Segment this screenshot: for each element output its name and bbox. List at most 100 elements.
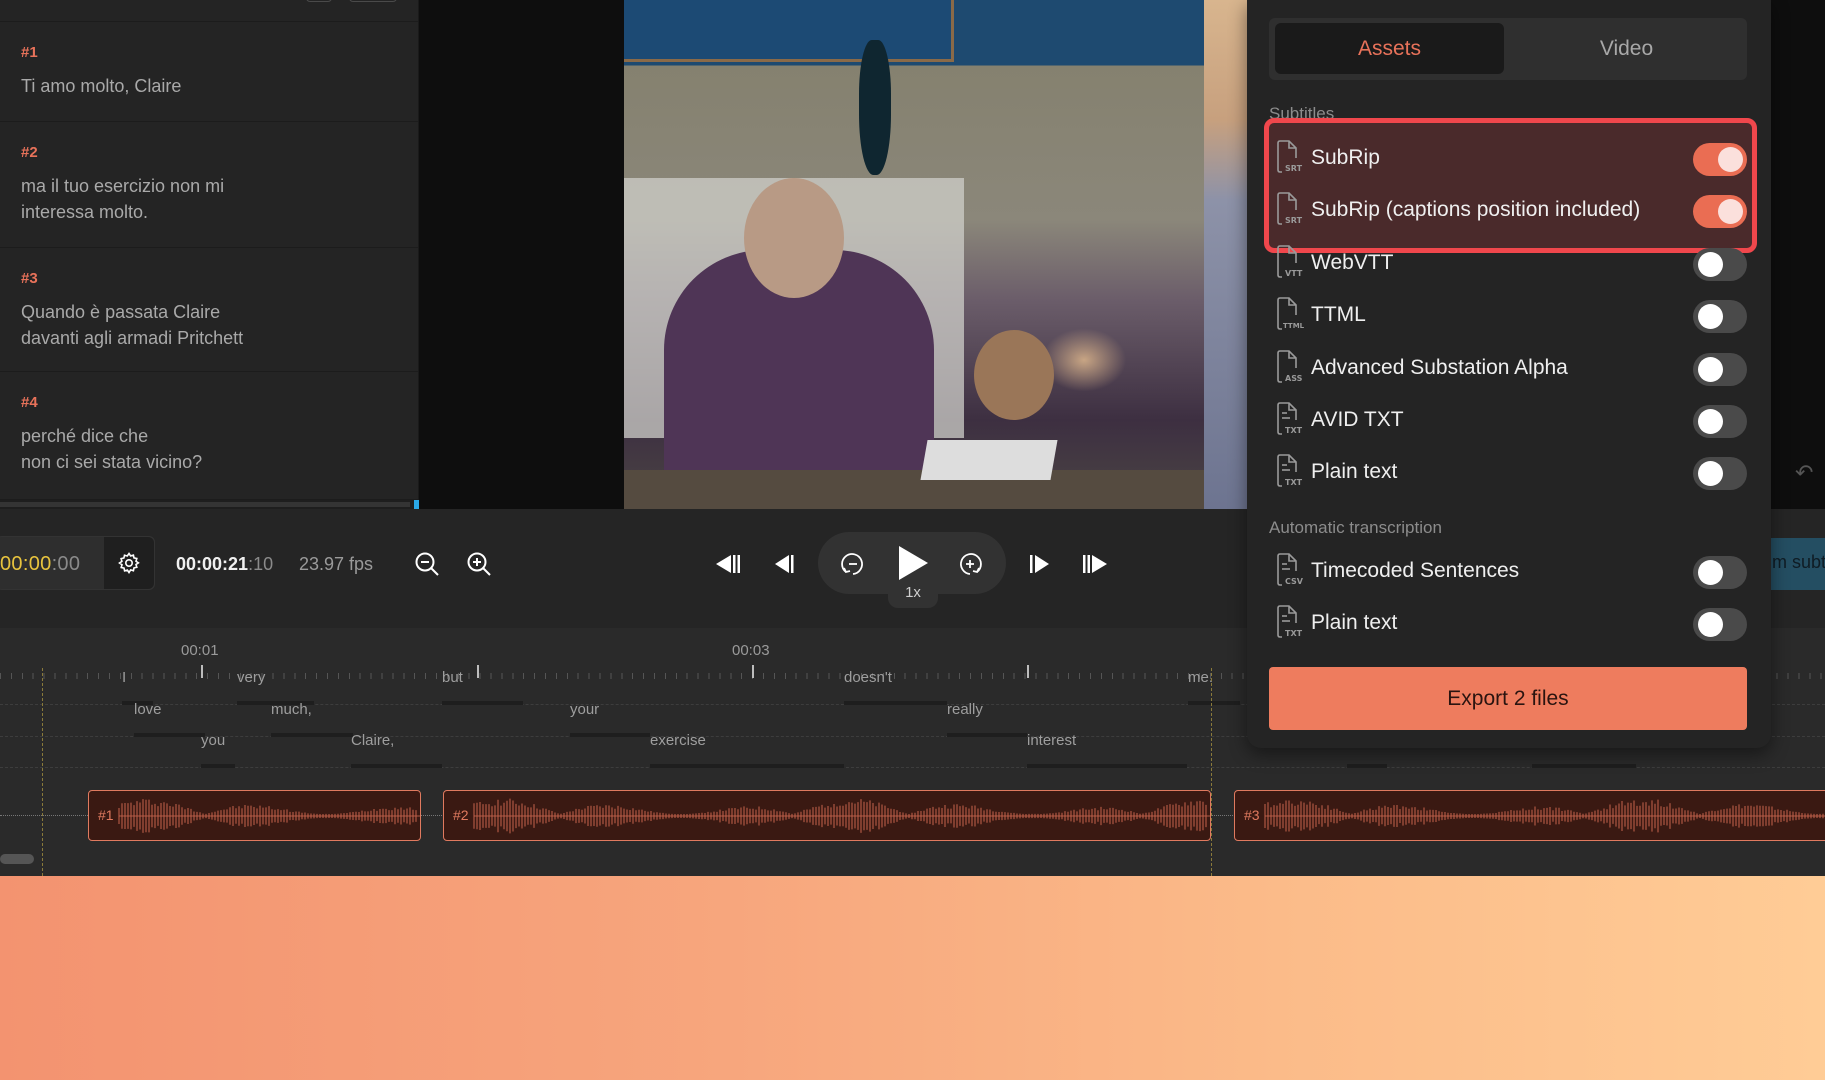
subtitle-action-button[interactable]: m subt [1770, 538, 1825, 590]
in-point-marker[interactable] [42, 668, 43, 876]
word-duration-bar[interactable] [201, 764, 235, 768]
word-duration-bar[interactable] [134, 733, 205, 737]
clip-label: #3 [1244, 807, 1260, 823]
video-frame-child [974, 330, 1054, 420]
format-row[interactable]: TXT Plain text [1269, 601, 1747, 645]
zoom-in-button[interactable] [465, 550, 493, 578]
word-duration-bar[interactable] [1027, 764, 1187, 768]
transcript-word[interactable]: me. [1188, 669, 1213, 686]
format-toggle[interactable] [1693, 195, 1747, 229]
subtitle-item[interactable]: #3 Quando è passata Claire davanti agli … [0, 248, 418, 372]
start-timecode[interactable]: 00:00:00 [0, 553, 80, 576]
format-label: Plain text [1311, 460, 1398, 484]
word-duration-bar[interactable] [1532, 764, 1636, 768]
forward-button[interactable] [955, 550, 985, 578]
timeline-scrollbar[interactable] [0, 854, 34, 864]
format-row[interactable]: TXT AVID TXT [1269, 398, 1747, 442]
out-point-marker[interactable] [1211, 668, 1212, 876]
svg-text:SRT: SRT [1285, 164, 1303, 173]
subtitle-text[interactable]: Ti amo molto, Claire [21, 73, 397, 99]
word-duration-bar[interactable] [351, 764, 442, 768]
format-toggle[interactable] [1693, 143, 1747, 176]
ruler-major-tick [477, 665, 479, 678]
toggle-knob [1698, 560, 1723, 585]
previous-subtitle-button[interactable] [714, 550, 744, 578]
transcript-word[interactable]: much, [271, 701, 312, 718]
subtitle-clip[interactable]: #3 [1234, 790, 1825, 841]
scrollbar-thumb[interactable] [0, 502, 410, 507]
transcript-word[interactable]: really [947, 701, 983, 718]
subtitle-text[interactable]: Quando è passata Claire davanti agli arm… [21, 299, 397, 351]
format-toggle[interactable] [1693, 405, 1747, 438]
word-duration-bar[interactable] [947, 733, 1027, 737]
play-button[interactable] [896, 544, 930, 582]
tab-video[interactable]: Video [1512, 23, 1741, 74]
zoom-out-button[interactable] [413, 550, 441, 578]
subtitle-text[interactable]: perché dice che non ci sei stata vicino? [21, 423, 397, 475]
subtitle-item[interactable]: #4 perché dice che non ci sei stata vici… [0, 372, 418, 500]
toggle-knob [1698, 304, 1723, 330]
transcript-word[interactable]: your [570, 701, 599, 718]
file-icon-wrapper: TXT [1275, 454, 1307, 493]
subtitle-item[interactable]: #1 Ti amo molto, Claire [0, 22, 418, 122]
file-txt-icon: TXT [1277, 454, 1303, 487]
format-row[interactable]: CSV Timecoded Sentences [1269, 549, 1747, 593]
format-row[interactable]: TTML TTML [1269, 293, 1747, 337]
format-row[interactable]: TXT Plain text [1269, 450, 1747, 494]
format-toggle[interactable] [1693, 247, 1747, 281]
header-button[interactable] [306, 0, 332, 2]
transcript-word[interactable]: interest [1027, 732, 1076, 749]
format-toggle[interactable] [1693, 300, 1747, 334]
export-panel: Assets Video Subtitles SRT SubRip SRT SubRi… [1247, 0, 1771, 748]
subtitle-clip[interactable]: #2 [443, 790, 1211, 841]
format-row[interactable]: ASS Advanced Substation Alpha [1269, 346, 1747, 390]
skip-to-previous-subtitle-icon [716, 555, 740, 573]
toggle-knob [1698, 409, 1723, 434]
format-row[interactable]: SRT SubRip (captions position included) [1269, 188, 1747, 232]
format-toggle[interactable] [1693, 457, 1747, 491]
word-duration-bar[interactable] [271, 733, 353, 737]
transcript-word[interactable]: Claire, [351, 732, 394, 749]
transcript-word[interactable]: you [201, 732, 225, 749]
subtitle-item[interactable]: #2 ma il tuo esercizio non mi interessa … [0, 122, 418, 248]
next-frame-icon [1030, 555, 1049, 573]
format-toggle[interactable] [1693, 352, 1747, 386]
gear-icon [118, 552, 140, 574]
svg-text:TTML: TTML [1283, 322, 1305, 330]
settings-button[interactable] [104, 537, 154, 589]
word-duration-bar[interactable] [442, 701, 523, 705]
transcript-word[interactable]: doesn't [844, 669, 892, 686]
next-frame-button[interactable] [1026, 550, 1052, 578]
word-duration-bar[interactable] [1188, 701, 1240, 705]
toggle-knob [1698, 612, 1723, 638]
transcript-word[interactable]: very [237, 669, 265, 686]
forward-icon [960, 553, 982, 575]
header-button[interactable] [349, 0, 397, 2]
video-preview[interactable] [624, 0, 1248, 509]
file-icon-wrapper: SRT [1275, 192, 1307, 231]
subtitle-text[interactable]: ma il tuo esercizio non mi interessa mol… [21, 173, 397, 225]
format-toggle[interactable] [1693, 608, 1747, 642]
next-subtitle-button[interactable] [1080, 550, 1110, 578]
previous-frame-button[interactable] [772, 550, 798, 578]
word-duration-bar[interactable] [844, 701, 947, 705]
format-row[interactable]: SRT SubRip [1269, 136, 1747, 180]
transcript-word[interactable]: but [442, 669, 463, 686]
word-duration-bar[interactable] [650, 764, 844, 768]
subtitle-editor: #1 Ti amo molto, Claire #2 ma il tuo ese… [0, 0, 1825, 1080]
transcript-word[interactable]: I [122, 669, 126, 686]
format-row[interactable]: VTT WebVTT [1269, 241, 1747, 285]
rewind-button[interactable] [838, 550, 868, 578]
export-button[interactable]: Export 2 files [1269, 667, 1747, 730]
subtitle-clip[interactable]: #1 [88, 790, 421, 841]
word-duration-bar[interactable] [1347, 764, 1387, 768]
playback-speed[interactable]: 1x [888, 584, 938, 601]
transcript-word[interactable]: love [134, 701, 162, 718]
tab-assets[interactable]: Assets [1275, 23, 1504, 74]
horizontal-scrollbar[interactable] [0, 500, 419, 509]
undo-icon[interactable]: ↶ [1795, 460, 1813, 486]
subtitle-list: #1 Ti amo molto, Claire #2 ma il tuo ese… [0, 0, 419, 509]
transcript-word[interactable]: exercise [650, 732, 706, 749]
word-duration-bar[interactable] [570, 733, 650, 737]
format-toggle[interactable] [1693, 556, 1747, 589]
